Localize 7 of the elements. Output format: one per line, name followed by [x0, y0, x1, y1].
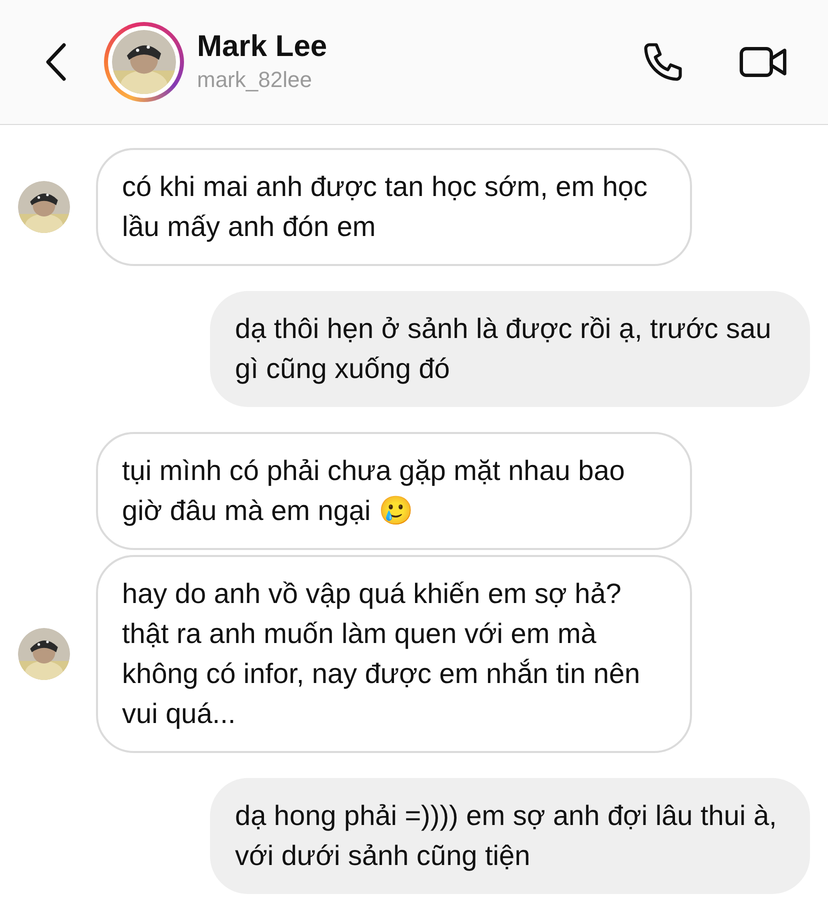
received-message: tụi mình có phải chưa gặp mặt nhau bao giờ đâu mà em ngại 🥲 — [96, 432, 692, 550]
username: mark_82lee — [197, 66, 313, 94]
sent-message: dạ thôi hẹn ở sảnh là được rồi ạ, trước sau gì cũng xuống đó — [210, 291, 810, 407]
received-message: có khi mai anh được tan học sớm, em học lầu mấy anh đón em — [96, 148, 692, 266]
sent-message: dạ hong phải =)))) em sợ anh đợi lâu thui à, với dưới sảnh cũng tiện — [210, 778, 810, 894]
received-message: hay do anh vồ vập quá khiến em sợ hả? thật ra anh muốn làm quen với em mà không có infor, nay được em nhắn tin nên vui quá... — [96, 555, 692, 753]
contact-name: Mark Lee — [197, 29, 328, 65]
